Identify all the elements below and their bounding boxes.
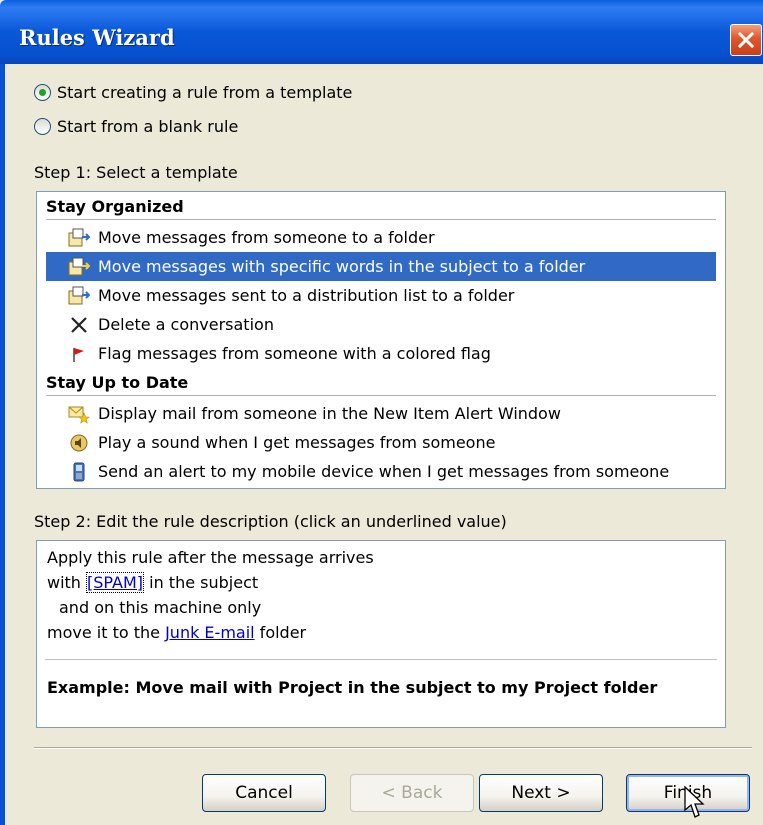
description-text: move it to the [47, 623, 166, 642]
template-item-label: Delete a conversation [98, 315, 274, 334]
close-icon [738, 32, 754, 48]
template-item-label: Display mail from someone in the New Ite… [98, 404, 561, 423]
description-line-3: and on this machine only [59, 598, 262, 617]
step1-label: Step 1: Select a template [34, 163, 238, 182]
template-item-flag-messages[interactable]: Flag messages from someone with a colore… [46, 339, 716, 368]
alert-star-envelope-icon [68, 403, 90, 425]
next-button[interactable]: Next > [479, 774, 603, 812]
template-option[interactable]: Start creating a rule from a template [34, 83, 352, 102]
blank-rule-radio[interactable] [34, 118, 51, 135]
mobile-phone-icon [68, 461, 90, 483]
template-item-label: Flag messages from someone with a colore… [98, 344, 491, 363]
back-button[interactable]: < Back [350, 774, 474, 812]
template-item-new-item-alert[interactable]: Display mail from someone in the New Ite… [46, 399, 716, 428]
template-list[interactable]: Stay Organized Move messages from someon… [36, 191, 726, 489]
speaker-sound-icon [68, 432, 90, 454]
blank-rule-option[interactable]: Start from a blank rule [34, 117, 238, 136]
template-option-label: Start creating a rule from a template [57, 83, 353, 102]
template-item-mobile-alert[interactable]: Send an alert to my mobile device when I… [46, 457, 716, 486]
group-divider [46, 395, 716, 396]
template-item-label: Move messages with specific words in the… [98, 257, 586, 276]
description-line-2: with [SPAM] in the subject [47, 572, 259, 593]
description-divider [45, 659, 717, 660]
example-text: Example: Move mail with Project in the s… [47, 678, 658, 697]
rules-wizard-dialog: Rules Wizard Start creating a rule from … [0, 0, 763, 825]
junk-email-folder-link[interactable]: Junk E-mail [165, 623, 255, 642]
group-header-stay-up-to-date: Stay Up to Date [46, 373, 189, 392]
group-header-stay-organized: Stay Organized [46, 197, 184, 216]
step2-label: Step 2: Edit the rule description (click… [34, 512, 507, 531]
close-button[interactable] [730, 24, 762, 56]
description-line-4: move it to the Junk E-mail folder [47, 623, 306, 642]
template-item-move-from-someone[interactable]: Move messages from someone to a folder [46, 223, 716, 252]
description-text: folder [254, 623, 307, 642]
template-item-label: Move messages sent to a distribution lis… [98, 286, 515, 305]
group-divider [46, 219, 716, 220]
template-item-move-specific-words[interactable]: Move messages with specific words in the… [46, 252, 716, 281]
red-flag-icon [68, 343, 90, 365]
description-line-1: Apply this rule after the message arrive… [47, 548, 374, 567]
template-item-move-distribution-list[interactable]: Move messages sent to a distribution lis… [46, 281, 716, 310]
window-title: Rules Wizard [19, 25, 175, 50]
description-text: in the subject [144, 573, 259, 592]
move-folder-icon [68, 227, 90, 249]
spam-keyword-link[interactable]: [SPAM] [86, 572, 145, 593]
blank-rule-option-label: Start from a blank rule [57, 117, 239, 136]
template-item-label: Send an alert to my mobile device when I… [98, 462, 670, 481]
template-item-delete-conversation[interactable]: Delete a conversation [46, 310, 716, 339]
mouse-pointer-icon [684, 786, 705, 818]
delete-x-icon [68, 314, 90, 336]
cancel-button[interactable]: Cancel [202, 774, 326, 812]
template-item-label: Move messages from someone to a folder [98, 228, 435, 247]
rule-description-box: Apply this rule after the message arrive… [36, 540, 726, 728]
template-item-play-sound[interactable]: Play a sound when I get messages from so… [46, 428, 716, 457]
template-radio[interactable] [34, 84, 51, 101]
button-bar-divider-highlight [34, 748, 752, 749]
window-border [0, 64, 5, 825]
move-folder-icon [68, 285, 90, 307]
description-text: with [47, 573, 87, 592]
move-folder-icon [68, 256, 90, 278]
template-item-label: Play a sound when I get messages from so… [98, 433, 496, 452]
title-bar[interactable]: Rules Wizard [0, 0, 763, 64]
